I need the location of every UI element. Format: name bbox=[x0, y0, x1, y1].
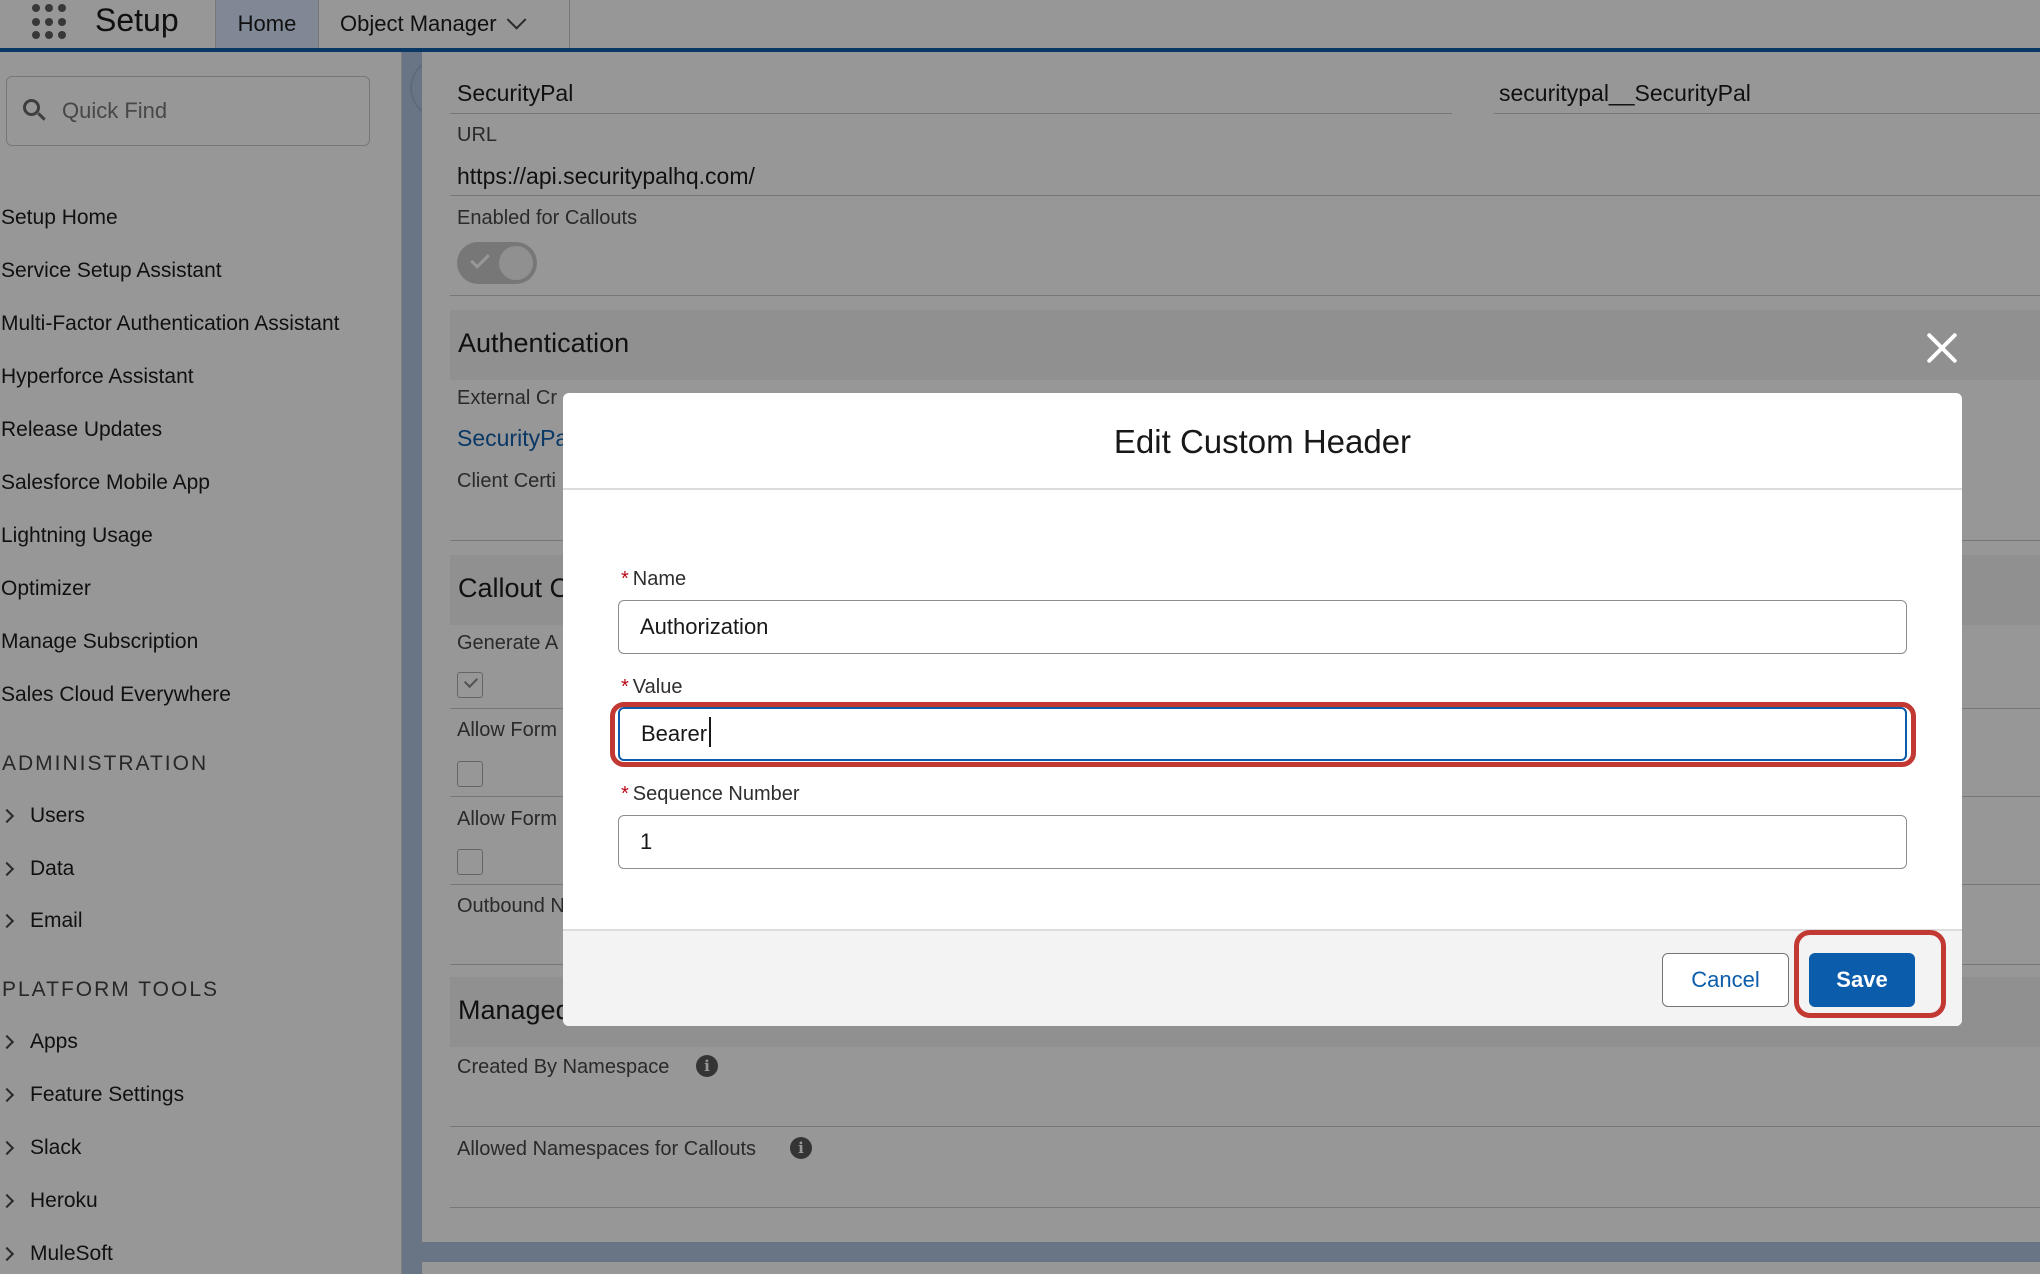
name-input[interactable] bbox=[618, 600, 1907, 654]
value-field-label: * Value bbox=[621, 676, 682, 699]
cancel-button[interactable]: Cancel bbox=[1662, 953, 1789, 1007]
save-button-highlight bbox=[1794, 930, 1946, 1018]
required-indicator: * bbox=[621, 783, 629, 805]
name-label-text: Name bbox=[632, 568, 687, 590]
sequence-number-input[interactable] bbox=[618, 815, 1907, 869]
value-label-text: Value bbox=[632, 676, 683, 698]
modal-footer: Cancel Save bbox=[563, 929, 1962, 1026]
modal-title: Edit Custom Header bbox=[1113, 423, 1412, 460]
edit-custom-header-modal: Edit Custom Header *Name *Value *Sequenc… bbox=[563, 393, 1962, 1026]
required-indicator: * bbox=[621, 676, 629, 698]
name-field-label: * Name bbox=[621, 568, 686, 591]
text-cursor bbox=[709, 717, 711, 747]
close-icon[interactable] bbox=[1922, 328, 1962, 368]
modal-header: Edit Custom Header bbox=[563, 393, 1962, 490]
value-input-highlight bbox=[610, 702, 1916, 767]
sequence-number-field-label: * Sequence Number bbox=[621, 783, 800, 806]
required-indicator: * bbox=[621, 568, 629, 590]
sequence-number-label-text: Sequence Number bbox=[632, 783, 800, 805]
